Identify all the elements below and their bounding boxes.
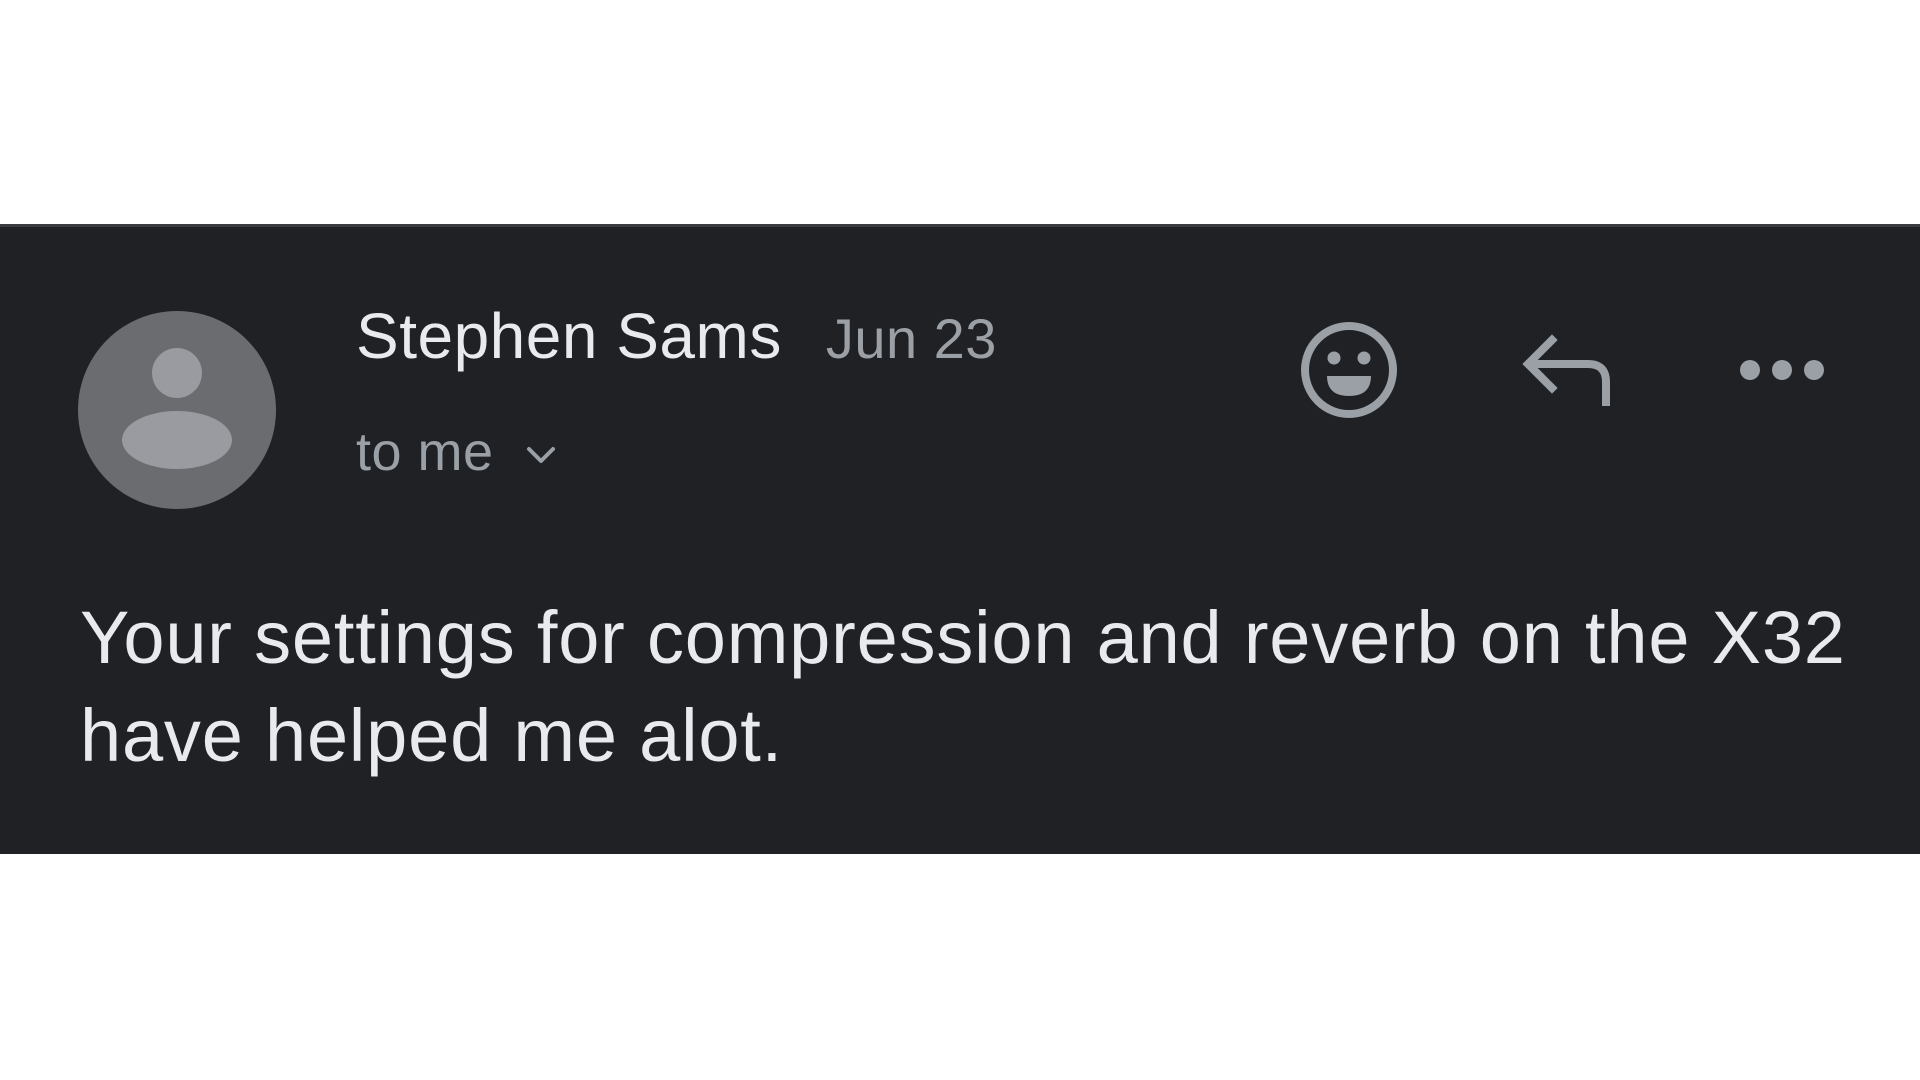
reply-button[interactable] xyxy=(1511,317,1621,427)
screen: Stephen Sams Jun 23 to me Your settings … xyxy=(0,0,1920,1080)
add-reaction-button[interactable] xyxy=(1294,317,1404,427)
recipient-details-toggle[interactable]: to me xyxy=(356,421,558,483)
message-body: Your settings for compression and reverb… xyxy=(80,596,1846,777)
recipient-label: to me xyxy=(356,422,494,482)
chevron-down-icon[interactable] xyxy=(524,438,558,472)
avatar-head-shape xyxy=(152,348,202,398)
email-message-card: Stephen Sams Jun 23 to me Your settings … xyxy=(0,224,1920,854)
sender-name[interactable]: Stephen Sams xyxy=(356,299,782,373)
sender-avatar[interactable] xyxy=(78,311,276,509)
sender-row: Stephen Sams Jun 23 xyxy=(356,299,997,373)
reply-arrow-icon xyxy=(1518,330,1614,415)
avatar-body-shape xyxy=(122,411,232,469)
more-horizontal-icon xyxy=(1737,355,1827,390)
smiley-face-icon xyxy=(1299,320,1399,425)
message-date: Jun 23 xyxy=(825,307,997,370)
more-options-button[interactable] xyxy=(1727,317,1837,427)
